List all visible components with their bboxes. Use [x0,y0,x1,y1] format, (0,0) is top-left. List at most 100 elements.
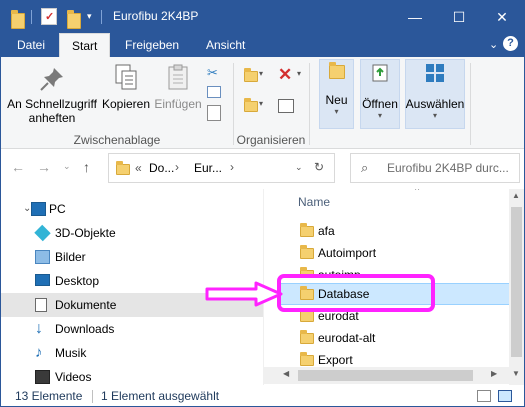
address-bar[interactable]: « Do... › Eur... › ⌄ ↻ [108,153,335,183]
nav-label: Desktop [55,274,100,288]
chevron-right-icon[interactable]: › [230,160,234,174]
scroll-left-icon[interactable]: ◀ [283,369,289,378]
address-history-icon[interactable]: ⌄ [295,162,303,173]
forward-icon[interactable]: → [37,159,51,175]
cut-icon[interactable]: ✂ [207,65,218,81]
folder-icon [116,161,130,175]
search-input[interactable]: Eurofibu 2K4BP durc... [387,161,509,175]
scroll-thumb[interactable] [511,207,522,357]
open-icon [372,64,388,82]
explorer-window: ✓ ▾ Eurofibu 2K4BP — ☐ ✕ Datei Start Fre… [0,0,525,407]
chevron-down-icon[interactable]: ▾ [259,69,263,78]
breadcrumb-item-eurofibu[interactable]: Eur... [194,161,222,175]
divider [309,63,310,145]
tab-datei[interactable]: Datei [5,33,57,57]
divider [101,10,102,24]
horizontal-scrollbar[interactable]: ◀ ▶ [263,367,509,384]
copy-path-icon[interactable] [207,86,221,98]
sort-indicator-icon: ^ [415,189,420,195]
list-item[interactable]: Autoimport [278,242,510,264]
documents-icon [35,298,47,312]
scroll-up-icon[interactable]: ▲ [512,191,520,200]
paste-button[interactable]: Einfügen [153,61,203,111]
minimize-button[interactable]: — [393,1,437,33]
highlight-box [277,274,435,312]
scroll-right-icon[interactable]: ▶ [491,369,497,378]
nav-item-videos[interactable]: Videos [1,365,263,385]
pin-label-line1: An Schnellzugriff [7,97,97,111]
list-item[interactable]: afa [278,220,510,242]
rename-icon[interactable] [278,99,294,113]
divider [31,10,32,24]
group-label-organize: Organisieren [236,133,306,147]
chevron-down-icon[interactable]: ▾ [297,69,301,78]
group-label-clipboard: Zwischenablage [73,133,161,147]
item-label: eurodat-alt [318,331,376,345]
nav-label: PC [49,202,66,216]
customize-quick-access-icon[interactable]: ▾ [87,11,92,27]
up-icon[interactable]: ↑ [83,159,90,175]
chevron-right-icon[interactable]: › [175,160,179,174]
chevron-down-icon[interactable]: ▾ [259,99,263,108]
expand-ribbon-icon[interactable]: ⌄ [489,38,498,51]
new-folder-icon[interactable] [67,10,81,29]
move-to-icon[interactable] [244,68,258,82]
nav-label: Downloads [55,322,115,336]
nav-item-pictures[interactable]: Bilder [1,245,263,269]
vertical-scrollbar[interactable]: ▲ ▼ [509,189,524,385]
new-label: Neu [325,93,348,107]
nav-label: 3D-Objekte [55,226,116,240]
nav-item-music[interactable]: ♪ Musik [1,341,263,365]
select-label: Auswählen [405,97,465,111]
status-bar: 13 Elemente 1 Element ausgewählt [1,386,524,406]
properties-icon[interactable]: ✓ [41,8,57,25]
close-button[interactable]: ✕ [480,1,524,33]
downloads-icon: ↓ [35,320,43,337]
copy-to-icon[interactable] [244,98,258,112]
details-view-icon[interactable] [477,390,491,402]
list-item[interactable]: eurodat-alt [278,327,510,349]
maximize-button[interactable]: ☐ [437,1,481,33]
copy-button[interactable]: Kopieren [101,61,151,111]
chevron-down-icon: ▾ [334,107,339,116]
back-icon[interactable]: ← [11,159,25,175]
search-icon: ⌕ [361,160,369,175]
nav-label: Videos [55,370,92,384]
tab-start[interactable]: Start [59,33,111,57]
select-button[interactable]: Auswählen ▾ [405,63,465,120]
folder-icon [300,223,314,237]
scroll-thumb[interactable] [298,370,473,381]
videos-icon [35,370,50,384]
help-icon[interactable]: ? [503,36,518,51]
recent-locations-icon[interactable]: ⌄ [63,161,71,172]
ribbon-tab-bar: Datei Start Freigeben Ansicht ⌄ ? [1,33,524,57]
nav-item-3d-objects[interactable]: 3D-Objekte [1,221,263,245]
tab-ansicht[interactable]: Ansicht [194,33,257,57]
selection-count: 1 Element ausgewählt [101,389,220,403]
large-icons-view-icon[interactable] [498,390,512,402]
item-count: 13 Elemente [15,389,83,403]
paste-icon [168,64,188,90]
tab-freigeben[interactable]: Freigeben [113,33,191,57]
nav-item-pc[interactable]: ⌄ PC [1,197,263,221]
music-icon: ♪ [35,344,43,361]
paste-shortcut-icon[interactable] [207,105,221,121]
breadcrumb-overflow[interactable]: « [135,161,142,175]
nav-label: Dokumente [55,298,117,312]
folder-icon [300,330,314,344]
nav-item-downloads[interactable]: ↓ Downloads [1,317,263,341]
desktop-icon [35,274,50,286]
refresh-icon[interactable]: ↻ [314,160,324,174]
column-header-name[interactable]: Name [298,195,330,209]
title-bar: ✓ ▾ Eurofibu 2K4BP — ☐ ✕ [1,1,524,33]
open-label: Öffnen [362,97,398,111]
pin-to-quick-access-button[interactable]: An Schnellzugriff anheften [5,61,99,125]
pc-icon [31,202,46,216]
scroll-down-icon[interactable]: ▼ [512,369,520,378]
folder-icon [300,308,314,322]
search-box[interactable]: ⌕ Eurofibu 2K4BP durc... [350,153,520,183]
open-button[interactable]: Öffnen ▾ [360,63,400,120]
delete-icon[interactable]: ✕ [278,65,292,85]
breadcrumb-item-documents[interactable]: Do... [149,161,174,175]
new-button[interactable]: Neu ▾ [319,62,354,116]
